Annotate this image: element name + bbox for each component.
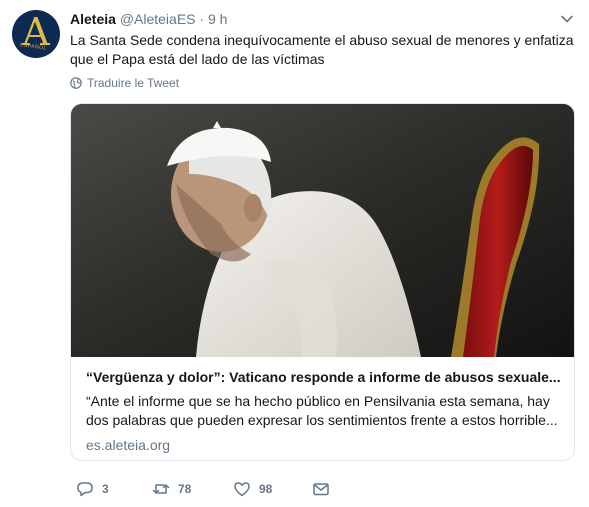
translate-link[interactable]: Traduire le Tweet	[70, 76, 179, 90]
chevron-down-icon[interactable]	[560, 12, 574, 26]
retweet-count: 78	[178, 482, 192, 496]
like-icon	[234, 482, 250, 497]
link-card[interactable]: “Vergüenza y dolor”: Vaticano responde a…	[70, 103, 575, 461]
author-handle[interactable]: @AleteiaES	[120, 11, 196, 27]
header-separator: ·	[199, 11, 205, 27]
reply-button[interactable]: 3	[76, 480, 109, 498]
card-description: “Ante el informe que se ha hecho público…	[86, 392, 564, 430]
card-body: “Vergüenza y dolor”: Vaticano responde a…	[86, 368, 564, 454]
tweet-text: La Santa Sede condena inequívocamente el…	[70, 32, 574, 67]
card-image[interactable]	[71, 104, 574, 357]
card-description-line-1: “Ante el informe que se ha hecho público…	[86, 393, 550, 409]
tweet[interactable]: A ESPAÑOL Aleteia @AleteiaES · 9 h La Sa…	[0, 0, 589, 507]
translate-label: Traduire le Tweet	[87, 76, 180, 90]
tweet-header: Aleteia @AleteiaES · 9 h	[70, 10, 227, 28]
card-title[interactable]: “Vergüenza y dolor”: Vaticano responde a…	[86, 368, 564, 387]
retweet-icon	[152, 484, 170, 494]
avatar[interactable]: A ESPAÑOL	[12, 10, 60, 58]
card-image-illustration	[71, 104, 574, 357]
globe-icon	[70, 77, 82, 89]
author-name[interactable]: Aleteia	[70, 11, 116, 27]
like-button[interactable]: 98	[233, 480, 272, 498]
reply-icon	[77, 482, 93, 497]
direct-message-button[interactable]	[312, 480, 330, 498]
card-domain: es.aleteia.org	[86, 437, 171, 453]
like-count: 98	[259, 482, 273, 496]
message-icon	[313, 483, 329, 496]
retweet-button[interactable]: 78	[152, 480, 191, 498]
card-description-line-2: dos palabras que pueden expresar los sen…	[86, 412, 558, 428]
reply-count: 3	[102, 482, 109, 496]
tweet-timestamp[interactable]: 9 h	[208, 11, 227, 27]
